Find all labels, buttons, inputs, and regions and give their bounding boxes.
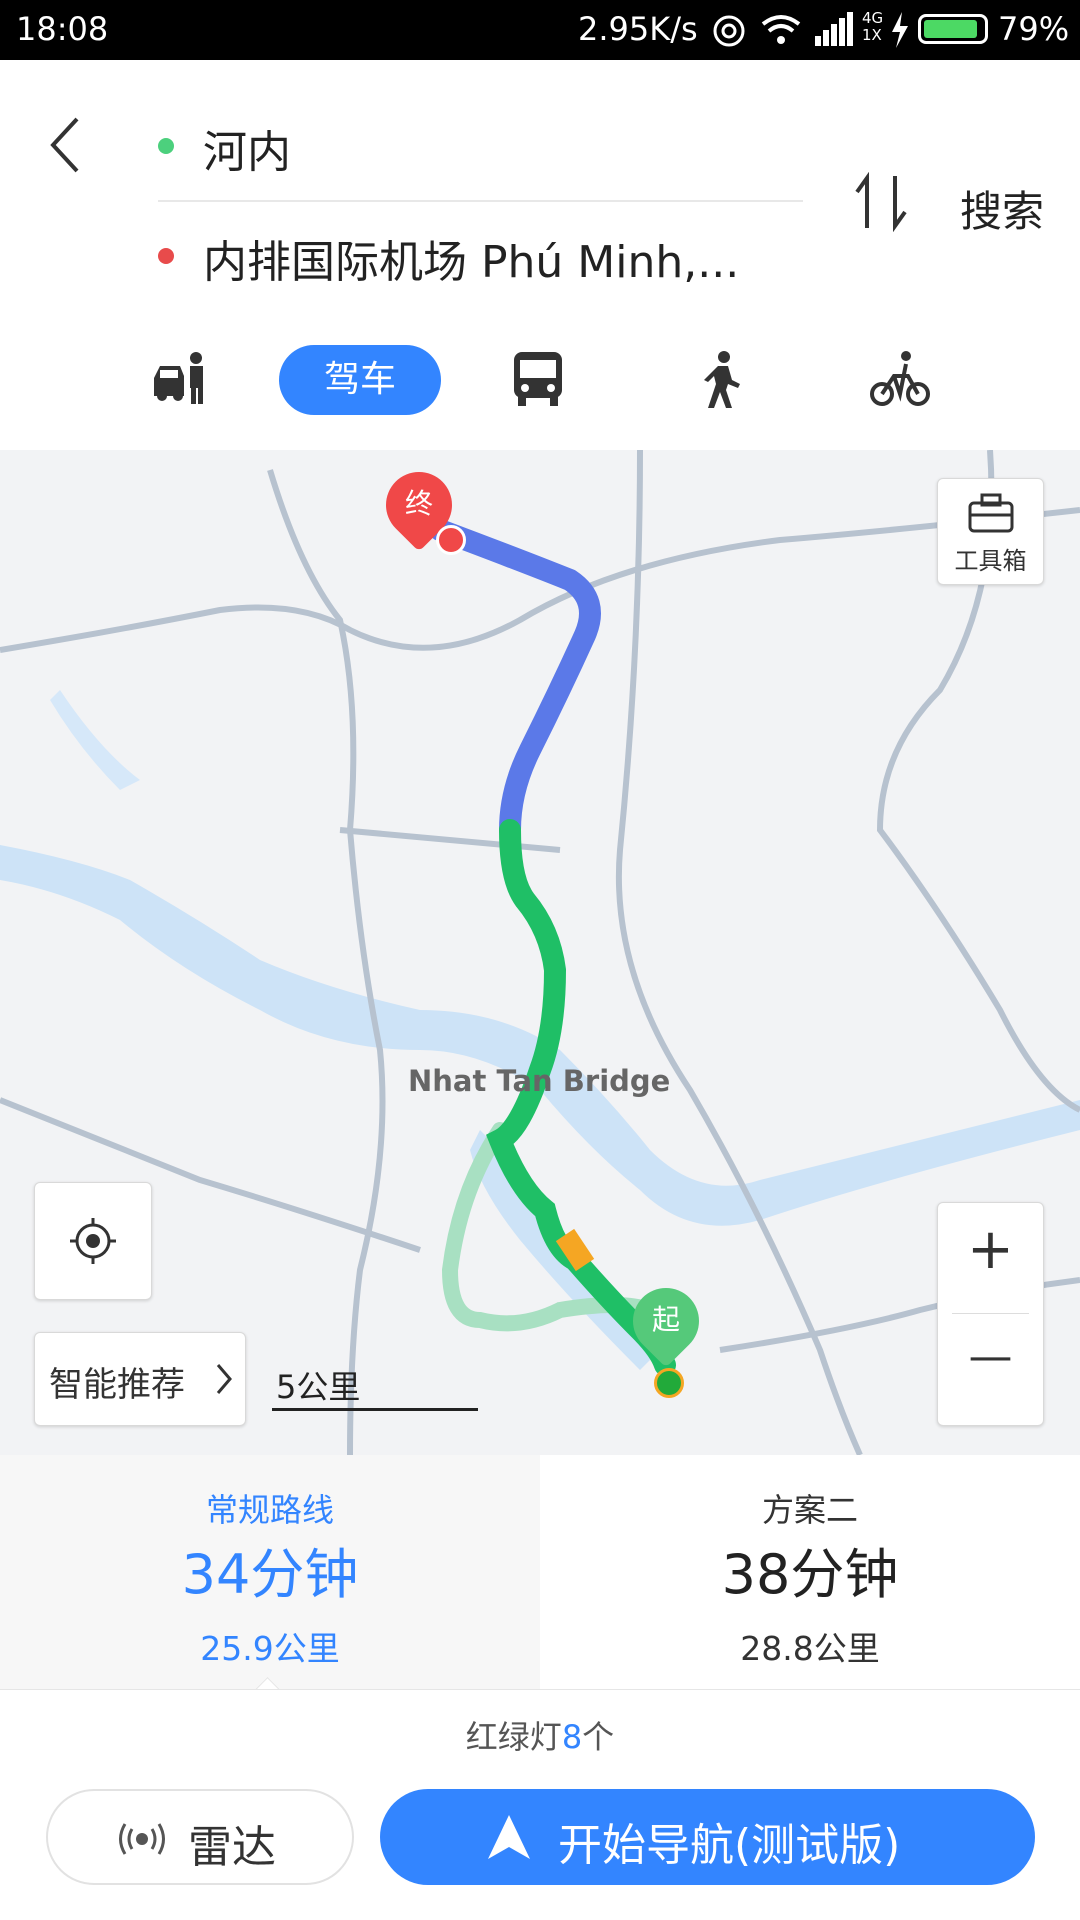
start-navigation-label: 开始导航(测试版): [558, 1820, 901, 1871]
route-distance: 28.8公里: [740, 1629, 880, 1668]
zoom-in-button[interactable]: +: [938, 1217, 1043, 1282]
status-time: 18:08: [16, 10, 109, 48]
smart-recommend-button[interactable]: 智能推荐: [34, 1332, 246, 1426]
charging-icon: [892, 12, 908, 48]
origin-field[interactable]: 河内: [203, 116, 291, 180]
signal-icon: [815, 12, 853, 46]
route-time: 38分钟: [721, 1543, 899, 1606]
route-header: 河内 内排国际机场 Phú Minh,... 搜索 驾车: [0, 60, 1080, 450]
route-label: 方案二: [761, 1491, 858, 1529]
battery-icon: [918, 14, 988, 44]
scale-bar: [272, 1408, 478, 1411]
toolbox-label: 工具箱: [954, 547, 1027, 575]
traffic-lights-count: 8: [561, 1718, 583, 1756]
route-time: 34分钟: [181, 1543, 359, 1606]
zoom-control: + —: [937, 1202, 1044, 1426]
radar-button[interactable]: 雷达: [46, 1789, 354, 1885]
destination-dot: [158, 248, 174, 264]
map-canvas: [0, 450, 1080, 1455]
hotspot-icon: [713, 15, 745, 47]
status-bar: 18:08 2.95K/s 4G 1X 79%: [0, 0, 1080, 60]
route-label: 常规路线: [205, 1491, 334, 1529]
destination-field[interactable]: 内排国际机场 Phú Minh,...: [203, 226, 739, 290]
route-option-2[interactable]: 方案二 38分钟 28.8公里: [540, 1455, 1080, 1690]
walk-icon[interactable]: [700, 350, 760, 416]
traffic-lights-info: 红绿灯8个: [465, 1718, 615, 1756]
radar-icon: [119, 1823, 165, 1855]
start-navigation-button[interactable]: 开始导航(测试版): [380, 1789, 1035, 1885]
chevron-right-icon: [216, 1364, 232, 1394]
road-cross: [339, 827, 561, 853]
battery-percent: 79%: [998, 10, 1070, 48]
toolbox-icon: [968, 493, 1014, 533]
zoom-out-button[interactable]: —: [938, 1331, 1043, 1382]
search-button[interactable]: 搜索: [960, 178, 1044, 239]
zoom-divider: [952, 1313, 1029, 1314]
toolbox-button[interactable]: 工具箱: [937, 478, 1044, 585]
start-marker-label: 起: [651, 1303, 680, 1336]
swap-icon[interactable]: [855, 172, 911, 232]
end-marker-label: 终: [404, 487, 433, 520]
route-option-1[interactable]: 常规路线 34分钟 25.9公里: [0, 1455, 540, 1704]
status-speed: 2.95K/s: [578, 10, 698, 48]
route-options: 常规路线 34分钟 25.9公里 方案二 38分钟 28.8公里: [0, 1455, 1080, 1704]
radar-label: 雷达: [188, 1822, 276, 1873]
bottom-bar: 红绿灯8个 雷达 开始导航(测试版): [0, 1690, 1080, 1920]
locate-icon: [70, 1218, 116, 1264]
map-view[interactable]: 终 起 Nhat Tan Bridge 工具箱 智能推荐 5公里 + —: [0, 450, 1080, 1455]
mode-drive-tab[interactable]: 驾车: [279, 345, 441, 415]
divider: [158, 200, 803, 202]
smart-recommend-label: 智能推荐: [49, 1365, 185, 1405]
place-label: Nhat Tan Bridge: [408, 1064, 671, 1098]
bike-icon[interactable]: [870, 350, 930, 416]
lake-2: [50, 690, 140, 790]
route-segment-slow: [429, 519, 601, 841]
route-distance: 25.9公里: [200, 1629, 340, 1668]
start-point: [654, 1368, 684, 1398]
bus-icon[interactable]: [510, 350, 570, 416]
locate-button[interactable]: [34, 1182, 152, 1300]
taxi-icon[interactable]: [150, 348, 210, 414]
network-type: 4G 1X: [862, 9, 884, 44]
chevron-left-icon[interactable]: [45, 115, 85, 175]
scale-label: 5公里: [276, 1368, 361, 1406]
end-point: [436, 525, 466, 555]
navigation-arrow-icon: [488, 1815, 530, 1859]
road-north: [0, 507, 1080, 653]
origin-dot: [158, 138, 174, 154]
wifi-icon: [761, 15, 801, 44]
